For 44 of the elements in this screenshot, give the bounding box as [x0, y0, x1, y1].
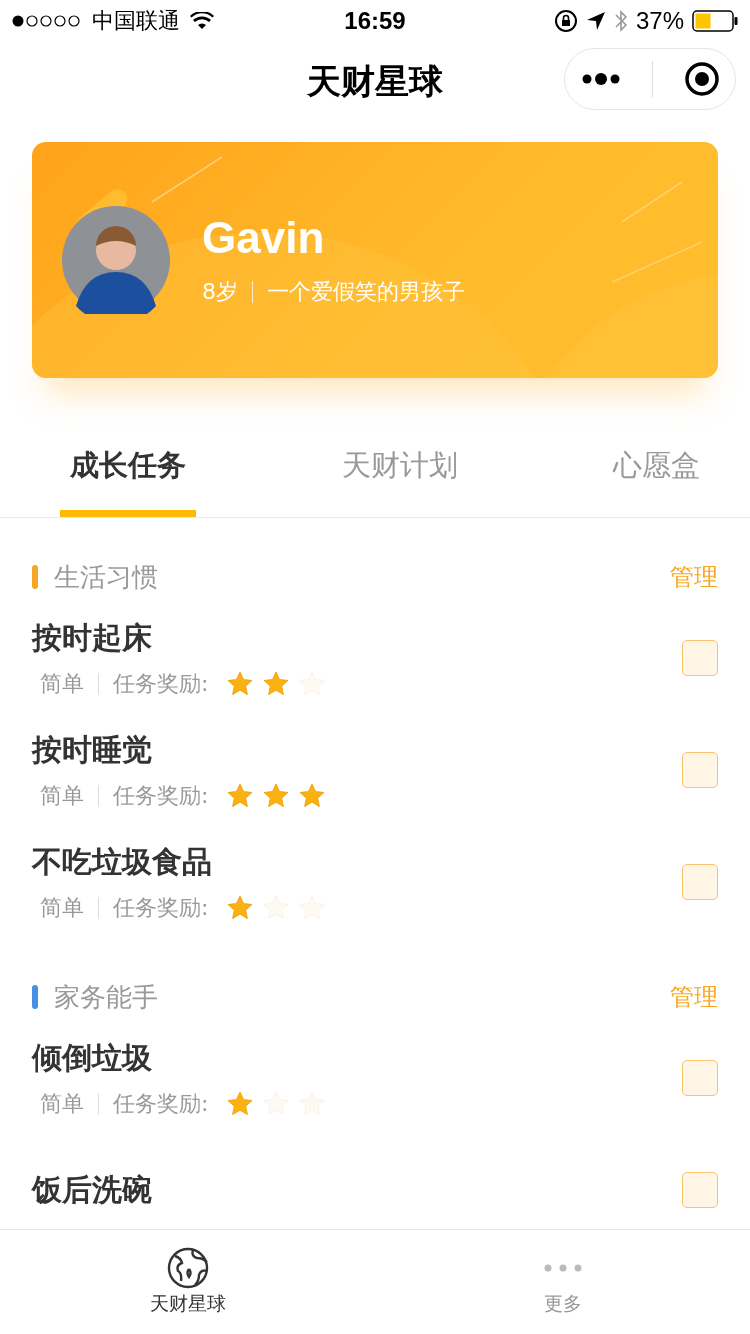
section-title: 家务能手: [54, 980, 159, 1014]
reward-label: 任务奖励:: [113, 1089, 209, 1118]
wifi-icon: [190, 12, 214, 30]
reward-label: 任务奖励:: [113, 781, 209, 810]
close-icon[interactable]: [683, 61, 720, 97]
tab[interactable]: 心愿盒: [603, 428, 710, 517]
tab[interactable]: 成长任务: [60, 428, 196, 517]
bluetooth-icon: [613, 9, 628, 33]
task-title: 倾倒垃圾: [32, 1038, 153, 1077]
task-difficulty: 简单: [40, 1089, 84, 1118]
reward-label: 任务奖励:: [113, 893, 209, 922]
child-age: 8岁: [202, 278, 238, 306]
section-title: 生活习惯: [54, 560, 159, 594]
more-icon[interactable]: [580, 72, 621, 86]
battery-percent: 37%: [635, 7, 684, 35]
page-title: 天财星球: [307, 60, 443, 103]
child-name: Gavin: [202, 213, 326, 263]
task-checkbox[interactable]: [682, 864, 718, 900]
manage-link[interactable]: 管理: [670, 561, 718, 593]
tab-bar-item[interactable]: 天财星球: [0, 1230, 375, 1334]
manage-link[interactable]: 管理: [670, 981, 718, 1013]
task-title: 按时起床: [32, 618, 153, 657]
carrier-name: 中国联通: [92, 7, 180, 35]
task-difficulty: 简单: [40, 781, 84, 810]
child-motto: 一个爱假笑的男孩子: [267, 278, 465, 306]
task-difficulty: 简单: [40, 669, 84, 698]
task-title: 按时睡觉: [32, 730, 153, 769]
more-icon: [543, 1264, 582, 1272]
task-checkbox[interactable]: [682, 1060, 718, 1096]
tab-bar-item[interactable]: 更多: [375, 1230, 750, 1334]
status-time: 16:59: [344, 7, 406, 35]
task-difficulty: 简单: [40, 893, 84, 922]
reward-label: 任务奖励:: [113, 669, 209, 698]
location-icon: [585, 11, 606, 31]
globe-icon: [166, 1247, 209, 1289]
rotation-lock-icon: [553, 9, 578, 33]
task-checkbox[interactable]: [682, 640, 718, 676]
signal-icon: [12, 14, 82, 28]
tab[interactable]: 天财计划: [331, 428, 468, 517]
battery-icon: [692, 10, 738, 32]
task-title: 饭后洗碗: [32, 1170, 152, 1209]
task-checkbox[interactable]: [682, 752, 718, 788]
task-title: 不吃垃圾食品: [32, 842, 213, 881]
task-checkbox[interactable]: [682, 1172, 718, 1208]
